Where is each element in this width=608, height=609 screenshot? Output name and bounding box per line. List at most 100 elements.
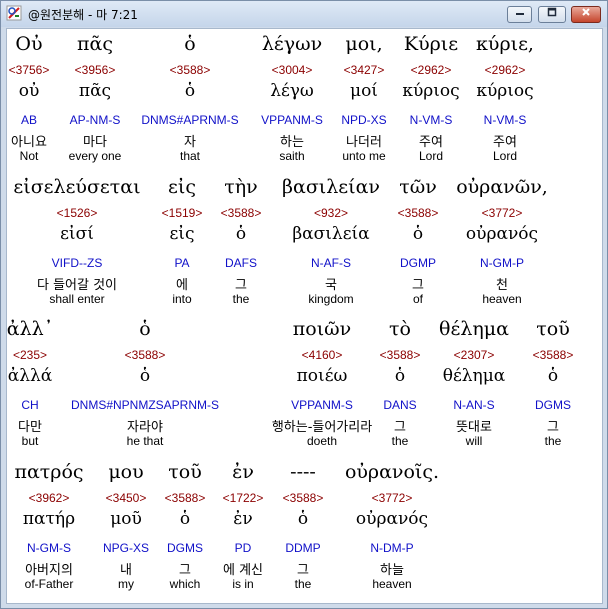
greek-word[interactable]: οὐρανοῖς. bbox=[345, 461, 439, 483]
strongs-number[interactable]: <3450> bbox=[106, 491, 147, 505]
lemma: ὁ bbox=[179, 509, 191, 529]
greek-word[interactable]: μου bbox=[108, 461, 143, 483]
window-title: @원전분해 - 마 7:21 bbox=[28, 8, 138, 22]
strongs-number[interactable]: <3588> bbox=[125, 348, 166, 362]
english-gloss: of bbox=[412, 292, 424, 306]
lemma: πᾶς bbox=[78, 81, 112, 101]
lemma: κύριος bbox=[476, 81, 534, 101]
greek-word[interactable]: εἰς bbox=[168, 176, 196, 198]
strongs-number[interactable]: <932> bbox=[314, 206, 348, 220]
parsing-code: DANS bbox=[383, 398, 417, 412]
greek-word[interactable]: τῶν bbox=[399, 176, 437, 198]
parsing-code: DDMP bbox=[285, 541, 321, 555]
title-bar[interactable]: @원전분해 - 마 7:21 bbox=[1, 1, 607, 27]
strongs-number[interactable]: <3427> bbox=[344, 63, 385, 77]
korean-gloss: 하늘 bbox=[380, 563, 404, 578]
parsing-code: CH bbox=[21, 398, 39, 412]
strongs-number[interactable]: <3772> bbox=[482, 206, 523, 220]
english-gloss: doeth bbox=[306, 434, 338, 448]
greek-word[interactable]: τοῦ bbox=[536, 318, 570, 340]
lemma: ποιέω bbox=[296, 366, 348, 386]
english-gloss: he that bbox=[126, 434, 164, 448]
greek-word[interactable]: κύριε, bbox=[476, 33, 534, 55]
greek-word[interactable]: βασιλείαν bbox=[282, 176, 380, 198]
greek-word[interactable]: Οὐ bbox=[15, 33, 42, 55]
parsing-code: VIFD--ZS bbox=[51, 256, 103, 270]
strongs-number[interactable]: <3588> bbox=[283, 491, 324, 505]
strongs-number[interactable]: <3588> bbox=[221, 206, 262, 220]
english-gloss: Lord bbox=[418, 149, 444, 163]
parsing-code: DAFS bbox=[224, 256, 258, 270]
english-gloss: that bbox=[179, 149, 201, 163]
strongs-number[interactable]: <3588> bbox=[380, 348, 421, 362]
greek-word[interactable]: ὁ bbox=[184, 33, 195, 55]
greek-word[interactable]: τὸ bbox=[389, 318, 411, 340]
greek-word[interactable]: λέγων bbox=[262, 33, 322, 55]
greek-word[interactable]: ποιῶν bbox=[293, 318, 351, 340]
korean-gloss: 하는 bbox=[280, 135, 304, 150]
greek-word[interactable]: εἰσελεύσεται bbox=[13, 176, 140, 198]
english-gloss: every one bbox=[68, 149, 122, 163]
greek-word[interactable]: πατρός bbox=[14, 461, 83, 483]
greek-word[interactable]: πᾶς bbox=[77, 33, 113, 55]
greek-word[interactable]: Κύριε bbox=[404, 33, 458, 55]
korean-gloss: 자 bbox=[184, 135, 196, 150]
strongs-number[interactable]: <3962> bbox=[29, 491, 70, 505]
strongs-number[interactable]: <235> bbox=[13, 348, 47, 362]
strongs-number[interactable]: <2962> bbox=[485, 63, 526, 77]
strongs-number[interactable]: <3756> bbox=[9, 63, 50, 77]
korean-gloss: 나더러 bbox=[346, 135, 382, 150]
greek-word[interactable]: τοῦ bbox=[168, 461, 202, 483]
parsing-code: N-AN-S bbox=[453, 398, 495, 412]
korean-gloss: 에 bbox=[176, 278, 188, 293]
strongs-number[interactable]: <1526> bbox=[57, 206, 98, 220]
strongs-number[interactable]: <1722> bbox=[223, 491, 264, 505]
close-button[interactable] bbox=[571, 6, 601, 23]
strongs-number[interactable]: <3772> bbox=[372, 491, 413, 505]
strongs-number[interactable]: <3588> bbox=[170, 63, 211, 77]
close-icon bbox=[582, 8, 590, 16]
greek-word[interactable]: ἀλλ᾽ bbox=[7, 318, 53, 340]
english-gloss: Not bbox=[19, 149, 39, 163]
lemma: ὁ bbox=[547, 366, 559, 386]
greek-word[interactable]: ---- bbox=[290, 461, 316, 483]
maximize-icon bbox=[547, 7, 557, 17]
english-gloss: the bbox=[294, 577, 312, 591]
maximize-button[interactable] bbox=[538, 6, 566, 23]
strongs-number[interactable]: <3588> bbox=[165, 491, 206, 505]
greek-word[interactable]: οὐρανῶν, bbox=[456, 176, 548, 198]
strongs-number[interactable]: <3956> bbox=[75, 63, 116, 77]
parsing-code: DGMS bbox=[167, 541, 203, 555]
strongs-number[interactable]: <3588> bbox=[398, 206, 439, 220]
strongs-number[interactable]: <3004> bbox=[272, 63, 313, 77]
english-gloss: my bbox=[118, 577, 134, 591]
english-gloss: of-Father bbox=[24, 577, 74, 591]
parsing-code: AB bbox=[20, 113, 38, 127]
parsing-code: NPD-XS bbox=[341, 113, 387, 127]
greek-word[interactable]: ὁ bbox=[139, 318, 150, 340]
strongs-number[interactable]: <2962> bbox=[411, 63, 452, 77]
parsing-code: DNMS#NPNMZSAPRNM-S bbox=[70, 398, 220, 412]
korean-gloss: 주여 bbox=[493, 135, 517, 150]
korean-gloss: 내 bbox=[120, 563, 132, 578]
minimize-button[interactable] bbox=[507, 6, 532, 23]
parsing-code: N-DM-P bbox=[370, 541, 414, 555]
english-gloss: will bbox=[465, 434, 483, 448]
parsing-code: DNMS#APRNM-S bbox=[141, 113, 239, 127]
lemma: βασιλεία bbox=[292, 224, 370, 244]
english-gloss: kingdom bbox=[308, 292, 354, 306]
parsing-code: VPPANM-S bbox=[291, 398, 353, 412]
english-gloss: into bbox=[172, 292, 192, 306]
greek-word[interactable]: μοι, bbox=[345, 33, 382, 55]
strongs-number[interactable]: <2307> bbox=[454, 348, 495, 362]
lemma: οὐ bbox=[18, 81, 40, 101]
strongs-number[interactable]: <1519> bbox=[162, 206, 203, 220]
greek-word[interactable]: τὴν bbox=[224, 176, 257, 198]
parsing-code: PD bbox=[234, 541, 252, 555]
strongs-number[interactable]: <3588> bbox=[533, 348, 574, 362]
greek-word[interactable]: θέλημα bbox=[439, 318, 509, 340]
parsing-code: N-GM-P bbox=[480, 256, 524, 270]
greek-word[interactable]: ἐν bbox=[232, 461, 254, 483]
parsing-code: N-VM-S bbox=[483, 113, 527, 127]
strongs-number[interactable]: <4160> bbox=[302, 348, 343, 362]
